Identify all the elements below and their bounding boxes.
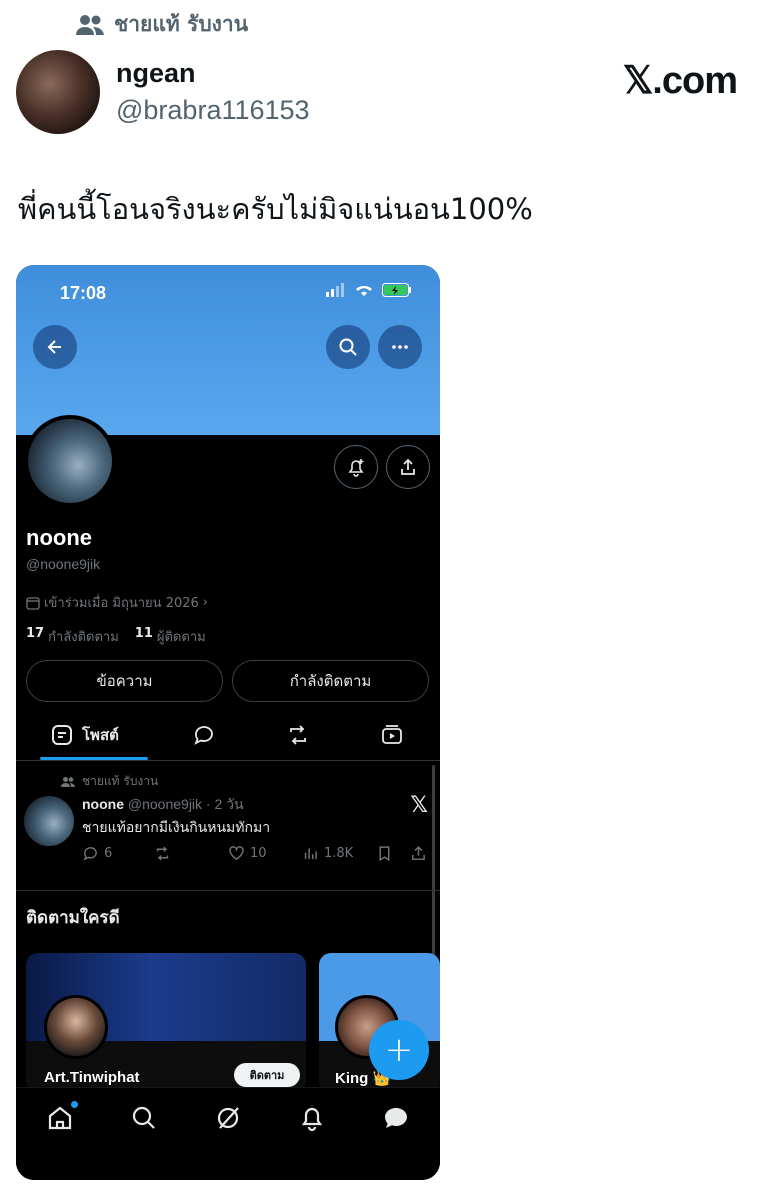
chevron-right-icon: › (202, 595, 208, 610)
repost-icon (156, 846, 169, 861)
embedded-screenshot: 17:08 noone @noone9jik เข้าร่วมเมื่อ มิถ… (16, 265, 440, 1180)
share-button[interactable] (386, 445, 430, 489)
people-icon (61, 776, 75, 787)
search-icon (339, 338, 357, 356)
signal-icon (326, 283, 344, 297)
search-icon[interactable] (130, 1104, 158, 1132)
back-button[interactable] (33, 325, 77, 369)
notify-button[interactable] (334, 445, 378, 489)
repost-icon (290, 725, 306, 745)
followers-label[interactable]: ผู้ติดตาม (157, 626, 206, 647)
share-icon (412, 846, 425, 860)
following-label[interactable]: กำลังติดตาม (48, 626, 119, 647)
divider (16, 890, 440, 891)
calendar-icon (26, 596, 40, 610)
post-icon (52, 725, 72, 745)
video-icon (382, 725, 402, 744)
more-button[interactable] (378, 325, 422, 369)
reply-button[interactable]: 6 (82, 845, 112, 862)
status-time: 17:08 (60, 283, 107, 303)
profile-avatar[interactable] (24, 415, 116, 507)
views-count: 1.8K (324, 846, 354, 861)
profile-tabs: โพสต์ (16, 715, 440, 761)
post-community[interactable]: ชายแท้ รับงาน (60, 772, 158, 791)
post-author-name[interactable]: noone (82, 796, 124, 812)
search-button[interactable] (326, 325, 370, 369)
battery-icon (382, 283, 411, 297)
tab-posts[interactable]: โพสต์ (50, 723, 119, 747)
tab-replies[interactable] (192, 723, 216, 747)
post-avatar[interactable] (24, 796, 74, 846)
share-post-button[interactable] (410, 845, 427, 862)
following-count[interactable]: 17 (26, 626, 44, 647)
follow-card[interactable]: Art.Tinwiphat ติดตาม (26, 953, 306, 1093)
bookmark-icon (379, 846, 390, 862)
tab-media[interactable] (380, 723, 404, 747)
heart-icon (229, 846, 244, 861)
tab-reposts[interactable] (286, 723, 310, 747)
active-tab-indicator (40, 757, 148, 760)
tweet-text: พี่คนนี้โอนจริงนะครับไม่มิจแน่นอน100% (18, 192, 533, 226)
followers-count[interactable]: 11 (135, 626, 153, 647)
views-icon (304, 848, 317, 860)
post-actions: 6 10 1.8K (82, 845, 432, 867)
author-handle[interactable]: @brabra116153 (116, 95, 310, 126)
card-avatar[interactable] (44, 995, 108, 1059)
reply-count: 6 (104, 846, 113, 861)
x-logo-icon: 𝕏 (410, 793, 428, 818)
community-name: ชายแท้ รับงาน (114, 12, 249, 36)
following-button[interactable]: กำลังติดตาม (232, 660, 429, 702)
card-follow-button[interactable]: ติดตาม (234, 1063, 300, 1087)
bottom-nav (16, 1087, 440, 1180)
compose-button[interactable]: + (369, 1020, 429, 1080)
joined-text: เข้าร่วมเมื่อ มิถุนายน 2026 (44, 596, 199, 611)
follow-stats: 17 กำลังติดตาม 11 ผู้ติดตาม (26, 626, 206, 647)
author-name[interactable]: ngean (116, 58, 196, 89)
bell-icon[interactable] (298, 1104, 326, 1132)
author-avatar[interactable] (16, 50, 100, 134)
status-icons (326, 283, 412, 297)
home-icon[interactable] (46, 1104, 74, 1132)
source-watermark: 𝕏.com (622, 60, 738, 102)
bookmark-button[interactable] (376, 845, 393, 862)
share-icon (401, 458, 415, 475)
post-community-name: ชายแท้ รับงาน (82, 774, 159, 788)
community-label[interactable]: ชายแท้ รับงาน (76, 8, 248, 41)
views-button[interactable]: 1.8K (302, 845, 353, 862)
chat-icon[interactable] (382, 1104, 410, 1132)
repost-button[interactable] (154, 845, 171, 862)
bell-plus-icon (348, 459, 364, 477)
profile-handle: @noone9jik (26, 556, 101, 572)
reply-icon (83, 847, 97, 861)
tab-posts-label: โพสต์ (82, 726, 119, 744)
notification-dot (71, 1101, 78, 1108)
more-icon (392, 345, 408, 349)
profile-joined[interactable]: เข้าร่วมเมื่อ มิถุนายน 2026 › (26, 592, 208, 613)
post-text: ชายแท้อยากมีเงินกินหนมทักมา (82, 820, 271, 836)
like-button[interactable]: 10 (228, 845, 267, 862)
message-button[interactable]: ข้อความ (26, 660, 223, 702)
post-header: noone @noone9jik · 2 วัน (82, 794, 244, 816)
wifi-icon (356, 286, 372, 296)
people-icon (76, 14, 104, 35)
grok-icon[interactable] (214, 1104, 242, 1132)
like-count: 10 (250, 846, 267, 861)
reply-icon (194, 726, 213, 745)
who-to-follow-title: ติดตามใครดี (26, 908, 120, 928)
post-handle-time: @noone9jik · 2 วัน (127, 796, 244, 812)
card-name: Art.Tinwiphat (44, 1069, 140, 1086)
arrow-left-icon (47, 340, 61, 354)
profile-name: noone (26, 525, 92, 550)
